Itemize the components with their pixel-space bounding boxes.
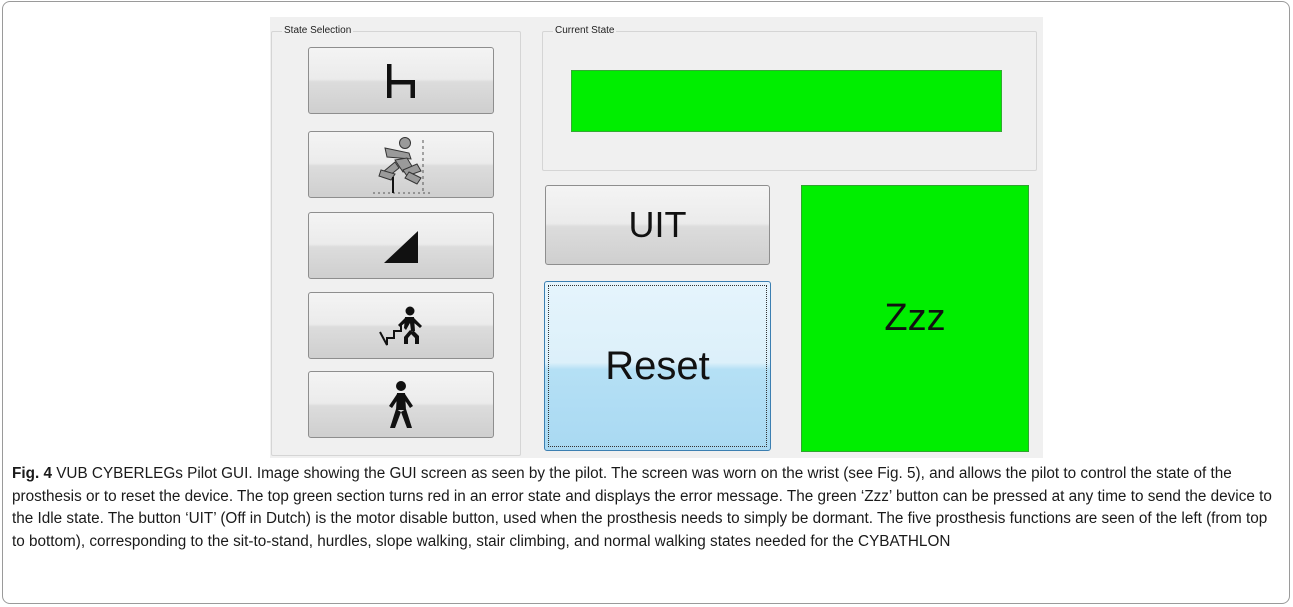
uit-label: UIT bbox=[628, 204, 687, 245]
slope-triangle-icon bbox=[381, 226, 421, 266]
figure-label: Fig. 4 bbox=[12, 465, 52, 482]
figure-caption: Fig. 4 VUB CYBERLEGs Pilot GUI. Image sh… bbox=[12, 463, 1282, 553]
pilot-gui-window: State Selection Current State UIT Reset … bbox=[270, 17, 1043, 458]
walking-person-icon bbox=[386, 380, 416, 430]
hurdles-button[interactable] bbox=[308, 131, 494, 198]
state-selection-title: State Selection bbox=[282, 25, 354, 37]
zzz-label: Zzz bbox=[884, 297, 946, 339]
caption-text: VUB CYBERLEGs Pilot GUI. Image showing t… bbox=[12, 465, 1272, 550]
hurdle-jumper-icon bbox=[365, 134, 437, 196]
current-state-indicator bbox=[571, 70, 1002, 132]
sit-to-stand-button[interactable] bbox=[308, 47, 494, 114]
stair-climber-icon bbox=[377, 304, 425, 348]
normal-walking-button[interactable] bbox=[308, 371, 494, 438]
reset-button[interactable]: Reset bbox=[544, 281, 771, 451]
chair-icon bbox=[381, 61, 421, 101]
reset-label: Reset bbox=[605, 343, 710, 388]
current-state-group: Current State bbox=[542, 25, 1037, 171]
slope-walking-button[interactable] bbox=[308, 212, 494, 279]
current-state-title: Current State bbox=[553, 25, 617, 37]
state-selection-group: State Selection bbox=[271, 25, 521, 456]
uit-motor-disable-button[interactable]: UIT bbox=[545, 185, 770, 265]
zzz-idle-button[interactable]: Zzz bbox=[801, 185, 1029, 452]
stair-climbing-button[interactable] bbox=[308, 292, 494, 359]
